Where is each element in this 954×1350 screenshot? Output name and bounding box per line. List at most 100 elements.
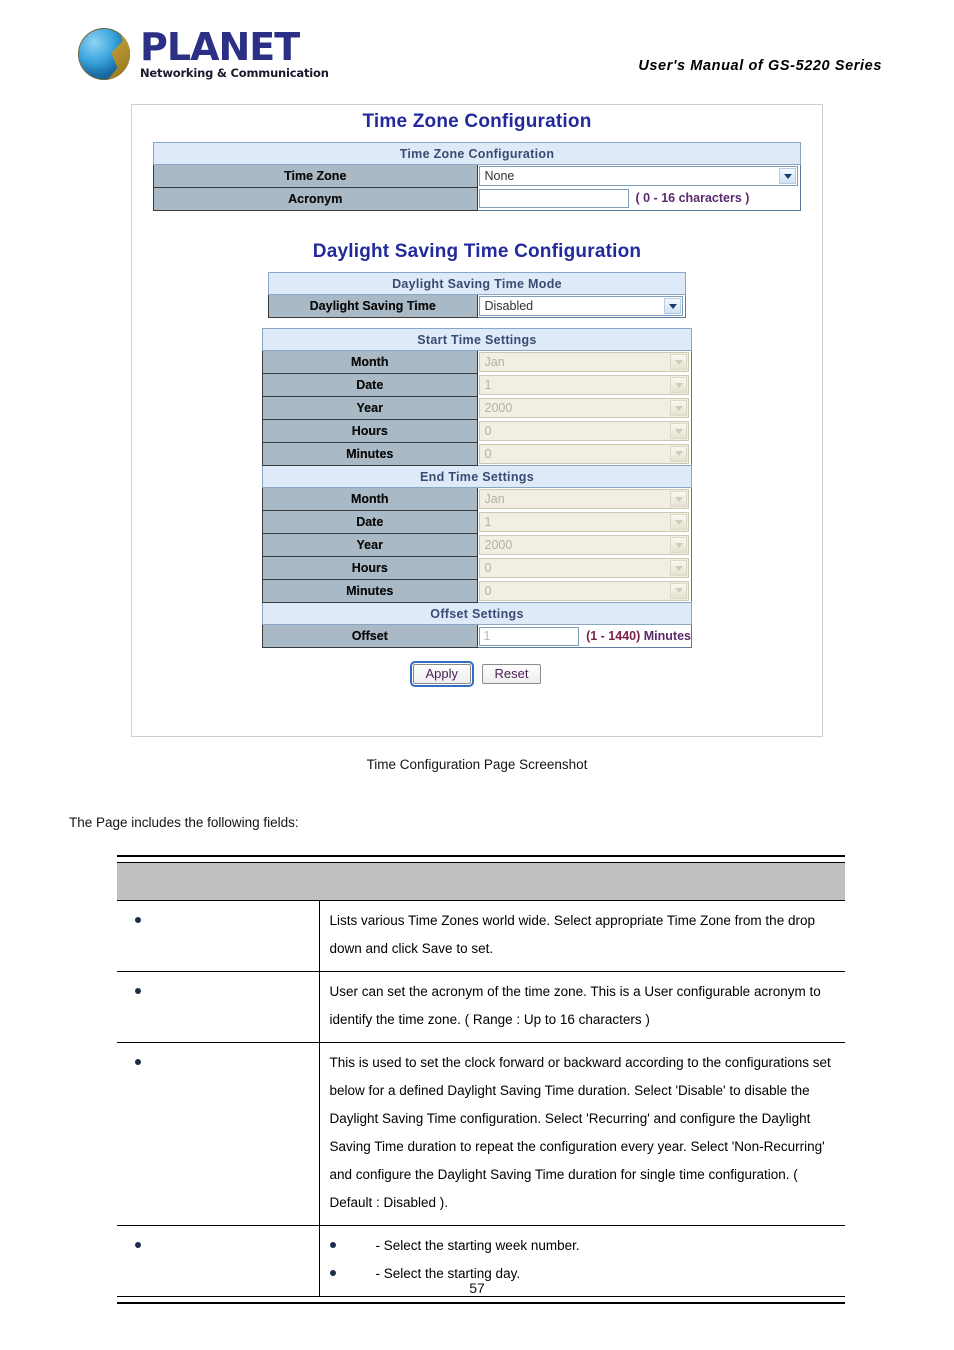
header-cell-object [117, 862, 319, 901]
dst-mode-select[interactable]: Disabled [478, 296, 683, 316]
start-hours-value-cell: 0 [477, 419, 692, 443]
table-row-end-hours: Hours 0 [262, 556, 692, 580]
end-hours-value-cell: 0 [477, 556, 692, 580]
offset-hint-range: (1 - 1440) [586, 628, 641, 643]
form-button-row: Apply Reset [132, 661, 822, 687]
time-zone-label: Time Zone [153, 164, 478, 188]
chevron-down-icon [670, 377, 687, 393]
start-minutes-select[interactable]: 0 [478, 443, 689, 464]
start-year-select[interactable]: 2000 [478, 398, 689, 418]
acronym-hint: ( 0 - 16 characters ) [635, 191, 750, 206]
table-row-end-date: Date 1 [262, 510, 692, 534]
chevron-down-icon[interactable] [664, 298, 681, 314]
chevron-down-icon [670, 514, 687, 530]
start-date-label: Date [262, 373, 478, 397]
field-name-cell [117, 971, 320, 1043]
end-month-select-value: Jan [484, 492, 505, 507]
sub-list-item-label: - Select the starting day. [375, 1266, 521, 1281]
table-row: This is used to set the clock forward or… [117, 1042, 845, 1226]
chevron-down-icon [670, 354, 687, 371]
acronym-label: Acronym [153, 187, 478, 211]
time-zone-table-title: Time Zone Configuration [153, 142, 801, 165]
fields-description-table: Lists various Time Zones world wide. Sel… [117, 855, 845, 1304]
offset-settings-title: Offset Settings [262, 602, 692, 625]
start-year-label: Year [262, 396, 478, 420]
start-date-value-cell: 1 [477, 373, 692, 397]
table-row-start-minutes: Minutes 0 [262, 442, 692, 466]
table-bottom-border [117, 1296, 845, 1304]
apply-button[interactable]: Apply [409, 661, 475, 687]
start-year-value-cell: 2000 [477, 396, 692, 420]
dst-time-settings-table: Start Time Settings Month Jan Date 1 Yea… [262, 328, 692, 648]
time-zone-select[interactable]: None [478, 166, 798, 187]
start-hours-select[interactable]: 0 [478, 421, 689, 441]
start-minutes-select-value: 0 [484, 446, 492, 461]
end-hours-select[interactable]: 0 [478, 558, 689, 578]
acronym-input[interactable] [478, 189, 629, 209]
chevron-down-icon[interactable] [779, 168, 796, 185]
end-date-label: Date [262, 510, 478, 534]
reset-button[interactable]: Reset [481, 664, 542, 684]
bullet-icon [135, 1242, 141, 1249]
table-title-row: Time Zone Configuration [153, 142, 801, 165]
end-month-value-cell: Jan [477, 487, 692, 511]
end-year-select[interactable]: 2000 [478, 535, 689, 555]
end-year-value-cell: 2000 [477, 533, 692, 557]
table-row-end-minutes: Minutes 0 [262, 579, 692, 603]
time-zone-configuration-table: Time Zone Configuration Time Zone None A… [153, 142, 801, 211]
end-minutes-select[interactable]: 0 [478, 580, 689, 601]
start-minutes-value-cell: 0 [477, 442, 692, 466]
offset-value-cell: 1 (1 - 1440) Minutes [477, 624, 692, 648]
logo-text-block: PLANET Networking & Communication [140, 28, 329, 80]
chevron-down-icon [670, 491, 687, 508]
time-zone-value-cell: None [477, 164, 801, 188]
start-month-label: Month [262, 350, 478, 374]
chevron-down-icon [670, 445, 687, 462]
chevron-down-icon [670, 423, 687, 439]
end-year-label: Year [262, 533, 478, 557]
dst-mode-table: Daylight Saving Time Mode Daylight Savin… [268, 272, 686, 318]
end-hours-select-value: 0 [484, 561, 492, 575]
manual-title: User's Manual of GS-5220 Series [638, 58, 882, 74]
dst-mode-select-value: Disabled [484, 299, 534, 313]
end-month-select[interactable]: Jan [478, 489, 689, 510]
start-date-select[interactable]: 1 [478, 375, 689, 395]
offset-label: Offset [262, 624, 478, 648]
dst-mode-label: Daylight Saving Time [268, 294, 478, 318]
end-minutes-label: Minutes [262, 579, 478, 603]
end-date-select[interactable]: 1 [478, 512, 689, 532]
chevron-down-icon [670, 537, 687, 553]
table-row-dst-mode: Daylight Saving Time Disabled [268, 294, 686, 318]
table-row: User can set the acronym of the time zon… [117, 971, 845, 1043]
field-description-cell: Lists various Time Zones world wide. Sel… [319, 900, 845, 972]
page-header: PLANET Networking & Communication User's… [0, 20, 954, 90]
chevron-down-icon [670, 582, 687, 599]
end-date-value-cell: 1 [477, 510, 692, 534]
start-month-select-value: Jan [484, 355, 505, 370]
start-date-select-value: 1 [484, 378, 492, 392]
offset-input[interactable]: 1 [478, 626, 580, 646]
table-row-start-date: Date 1 [262, 373, 692, 397]
bullet-icon [135, 988, 141, 995]
table-header-row [117, 862, 845, 901]
start-hours-select-value: 0 [484, 424, 492, 438]
logo-tagline: Networking & Communication [140, 66, 329, 81]
bullet-icon [135, 1059, 141, 1066]
dst-mode-value-cell: Disabled [477, 294, 686, 318]
start-year-select-value: 2000 [484, 401, 513, 415]
end-minutes-select-value: 0 [484, 583, 492, 598]
time-zone-configuration-heading: Time Zone Configuration [362, 111, 592, 132]
dst-configuration-heading: Daylight Saving Time Configuration [312, 241, 642, 262]
bullet-icon [329, 1270, 336, 1277]
logo-wordmark: PLANET [140, 25, 300, 70]
start-hours-label: Hours [262, 419, 478, 443]
table-row-acronym: Acronym ( 0 - 16 characters ) [153, 187, 801, 211]
field-name-cell [117, 1042, 320, 1226]
table-row: Lists various Time Zones world wide. Sel… [117, 900, 845, 972]
table-row-end-month: Month Jan [262, 487, 692, 511]
field-description-cell: This is used to set the clock forward or… [319, 1042, 845, 1226]
start-month-select[interactable]: Jan [478, 352, 689, 373]
field-name-cell [117, 900, 320, 972]
table-row-offset: Offset 1 (1 - 1440) Minutes [262, 624, 692, 648]
table-row-start-month: Month Jan [262, 350, 692, 374]
